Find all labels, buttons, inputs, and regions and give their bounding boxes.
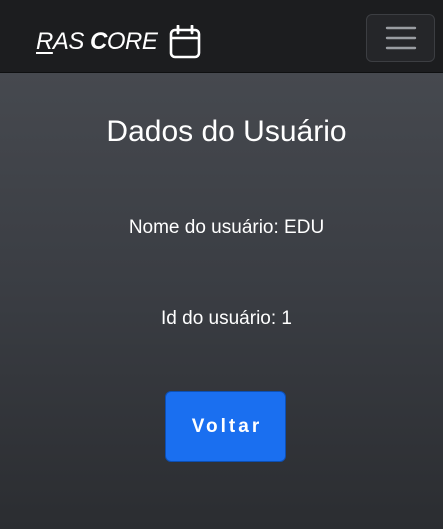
menu-toggle-button[interactable] bbox=[366, 14, 435, 62]
hamburger-menu-icon bbox=[385, 26, 416, 50]
calendar-icon bbox=[169, 24, 201, 59]
top-navbar: RAS CORE bbox=[0, 0, 443, 73]
brand-text-ore: ORE bbox=[106, 28, 158, 55]
back-button[interactable]: Voltar bbox=[165, 391, 286, 462]
brand-letter-c: C bbox=[90, 28, 107, 55]
page-title: Dados do Usuário bbox=[106, 115, 347, 148]
brand-name: RAS CORE bbox=[36, 28, 158, 55]
user-name-text: Nome do usuário: EDU bbox=[128, 217, 325, 238]
user-id-text: Id do usuário: 1 bbox=[161, 308, 292, 329]
brand-logo-link[interactable]: RAS CORE bbox=[36, 24, 201, 60]
brand-letter-r: R bbox=[36, 28, 53, 55]
brand-text-as: AS bbox=[52, 28, 91, 55]
